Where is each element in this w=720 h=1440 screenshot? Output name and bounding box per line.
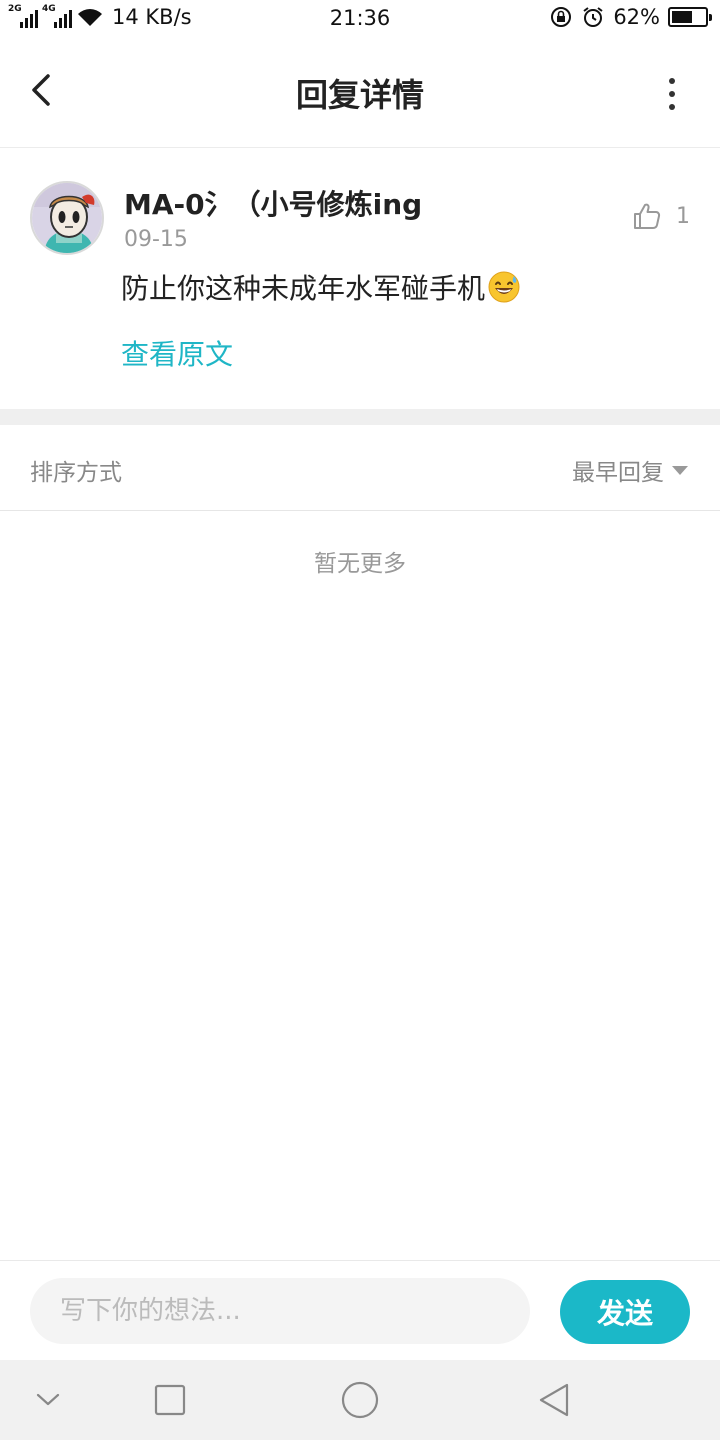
- home-icon: [341, 1381, 379, 1419]
- send-button[interactable]: 发送: [560, 1280, 690, 1344]
- nav-hide-button[interactable]: [26, 1378, 70, 1422]
- status-bar: 2G 4G 14 KB/s 21:36 62%: [0, 0, 720, 38]
- nav-home-button[interactable]: [338, 1378, 382, 1422]
- sort-dropdown[interactable]: 最早回复: [572, 453, 688, 487]
- sort-label: 排序方式: [30, 460, 122, 486]
- avatar[interactable]: [30, 181, 104, 255]
- back-triangle-icon: [539, 1383, 569, 1417]
- like-count: 1: [676, 203, 690, 229]
- comment-username[interactable]: MA-0氵（小号修炼ing: [124, 183, 422, 223]
- status-right: 62%: [549, 5, 712, 29]
- system-nav-bar: [0, 1360, 720, 1440]
- battery-level-fill: [672, 11, 692, 23]
- view-original-link[interactable]: 查看原文: [121, 333, 233, 373]
- alarm-icon: [583, 7, 603, 27]
- caret-down-icon: [672, 465, 688, 475]
- comment-date: 09-15: [124, 227, 188, 252]
- page-title: 回复详情: [295, 76, 424, 114]
- chevron-down-icon: [36, 1393, 60, 1406]
- nav-recents-button[interactable]: [148, 1378, 192, 1422]
- empty-state-text: 暂无更多: [314, 551, 406, 577]
- battery-icon: [668, 7, 712, 27]
- recents-icon: [154, 1384, 186, 1416]
- avatar-image: [32, 183, 102, 253]
- comment-card: MA-0氵（小号修炼ing 09-15 防止你这种未成年水军碰手机 查看原文 1: [0, 149, 720, 409]
- more-options-button[interactable]: [660, 74, 684, 114]
- battery-percent: 62%: [613, 5, 660, 29]
- top-bar: 回复详情: [0, 38, 720, 148]
- section-divider: [0, 409, 720, 425]
- reply-input[interactable]: [30, 1278, 530, 1344]
- thumbs-up-icon: [634, 203, 661, 229]
- sweat-smile-emoji-icon: [488, 271, 520, 303]
- reply-bar: 发送: [0, 1260, 720, 1360]
- more-vertical-icon: [669, 78, 675, 84]
- comment-body: 防止你这种未成年水军碰手机: [121, 267, 521, 307]
- nav-back-button[interactable]: [532, 1378, 576, 1422]
- sort-selected-value: 最早回复: [572, 460, 664, 486]
- like-button[interactable]: 1: [632, 201, 690, 231]
- comment-text: 防止你这种未成年水军碰手机: [121, 272, 486, 305]
- sort-bar: 排序方式 最早回复: [0, 425, 720, 511]
- rotation-lock-icon: [551, 7, 572, 27]
